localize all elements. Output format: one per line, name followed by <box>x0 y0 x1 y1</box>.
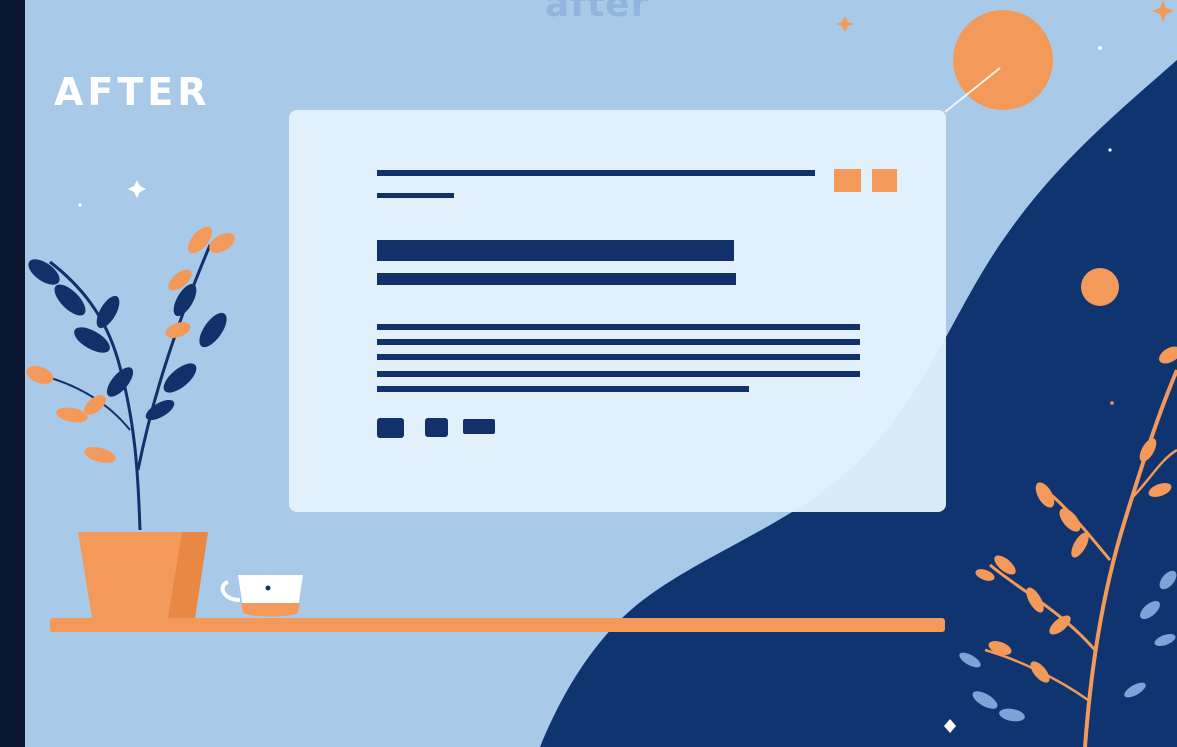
card-text-line <box>377 339 860 345</box>
card-title-line <box>377 170 815 176</box>
card-text-line <box>377 324 860 330</box>
card-action-button <box>377 418 404 438</box>
star-dot <box>1108 148 1112 152</box>
star-dot <box>1110 401 1114 405</box>
card-subtitle-line <box>377 193 454 198</box>
card-heading-bar-2 <box>377 273 736 285</box>
card-heading-bar <box>377 240 734 261</box>
card-action-button <box>463 419 495 434</box>
card-action-button <box>425 418 448 437</box>
star-dot <box>1098 46 1102 50</box>
card-text-line <box>377 386 749 392</box>
orange-sun <box>953 10 1053 110</box>
left-dark-strip <box>0 0 25 747</box>
card-text-line <box>377 371 860 377</box>
star-dot <box>78 203 82 207</box>
illustration-stage: after AFTER <box>0 0 1177 747</box>
card-text-line <box>377 354 860 360</box>
top-cropped-word: after <box>545 0 650 25</box>
shelf <box>50 618 945 632</box>
card-square-icon <box>872 169 897 192</box>
after-heading: AFTER <box>54 70 211 114</box>
card-square-icon <box>834 169 861 192</box>
small-orange-moon <box>1081 268 1119 306</box>
